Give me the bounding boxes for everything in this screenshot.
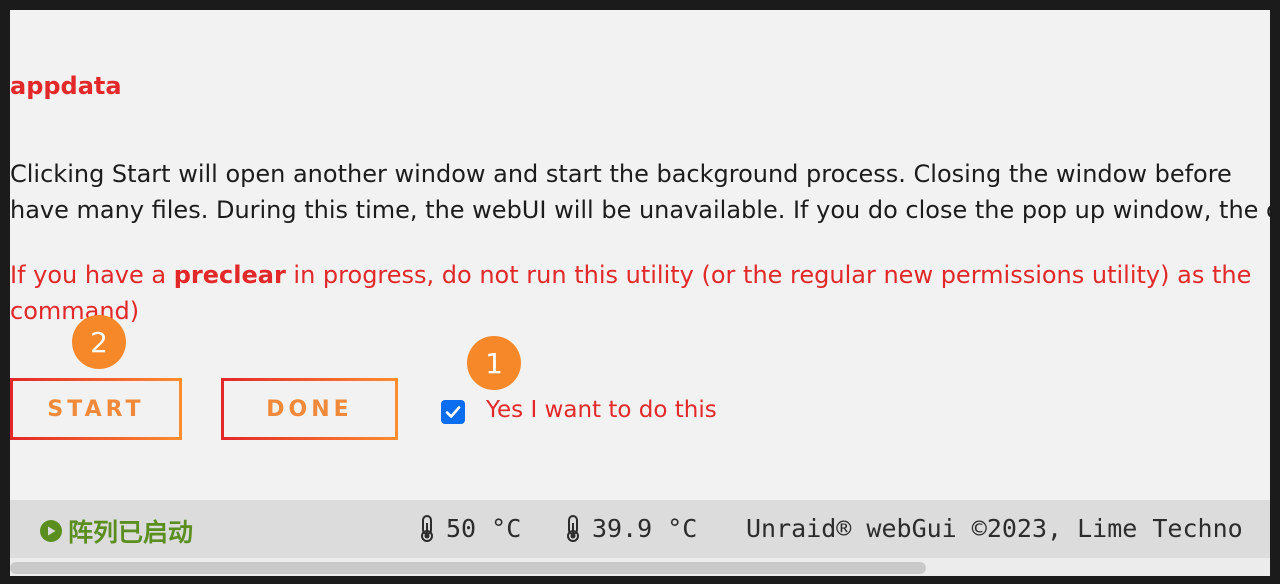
warning-bold: preclear bbox=[173, 261, 286, 289]
temperature-1-value: 50 °C bbox=[446, 514, 522, 543]
warning-suffix: in progress, do not run this utility (or… bbox=[285, 261, 1252, 289]
step-badge-2: 2 bbox=[72, 315, 126, 369]
start-button[interactable]: START bbox=[10, 378, 182, 440]
warning-text-line-1: If you have a preclear in progress, do n… bbox=[10, 261, 1251, 289]
scrollbar-thumb[interactable] bbox=[10, 562, 926, 574]
confirm-checkbox-label[interactable]: Yes I want to do this bbox=[486, 397, 717, 423]
horizontal-scrollbar[interactable] bbox=[10, 558, 1270, 576]
checkmark-icon bbox=[445, 406, 461, 418]
warning-text-line-2: command) bbox=[10, 297, 140, 325]
temperature-2: 39.9 °C bbox=[564, 514, 697, 543]
array-status: 阵列已启动 bbox=[40, 513, 193, 549]
play-circle-icon bbox=[40, 520, 62, 542]
footer-bar: 阵列已启动 50 °C 39.9 °C Unraid® webGui ©2023… bbox=[10, 500, 1270, 558]
info-text-line-1: Clicking Start will open another window … bbox=[10, 160, 1232, 188]
done-button[interactable]: DONE bbox=[221, 378, 398, 440]
share-name-heading: appdata bbox=[10, 72, 122, 100]
confirm-checkbox[interactable] bbox=[441, 400, 465, 424]
warning-prefix: If you have a bbox=[10, 261, 174, 289]
temperature-2-value: 39.9 °C bbox=[592, 514, 698, 543]
content-frame: appdata Clicking Start will open another… bbox=[10, 10, 1270, 576]
temperature-1: 50 °C bbox=[418, 514, 521, 543]
footer-credits: Unraid® webGui ©2023, Lime Techno bbox=[746, 514, 1243, 543]
thermometer-icon bbox=[567, 514, 579, 542]
thermometer-icon bbox=[421, 514, 433, 542]
array-status-text: 阵列已启动 bbox=[68, 518, 194, 547]
step-badge-1: 1 bbox=[467, 336, 521, 390]
info-text-line-2: have many files. During this time, the w… bbox=[10, 196, 1270, 224]
